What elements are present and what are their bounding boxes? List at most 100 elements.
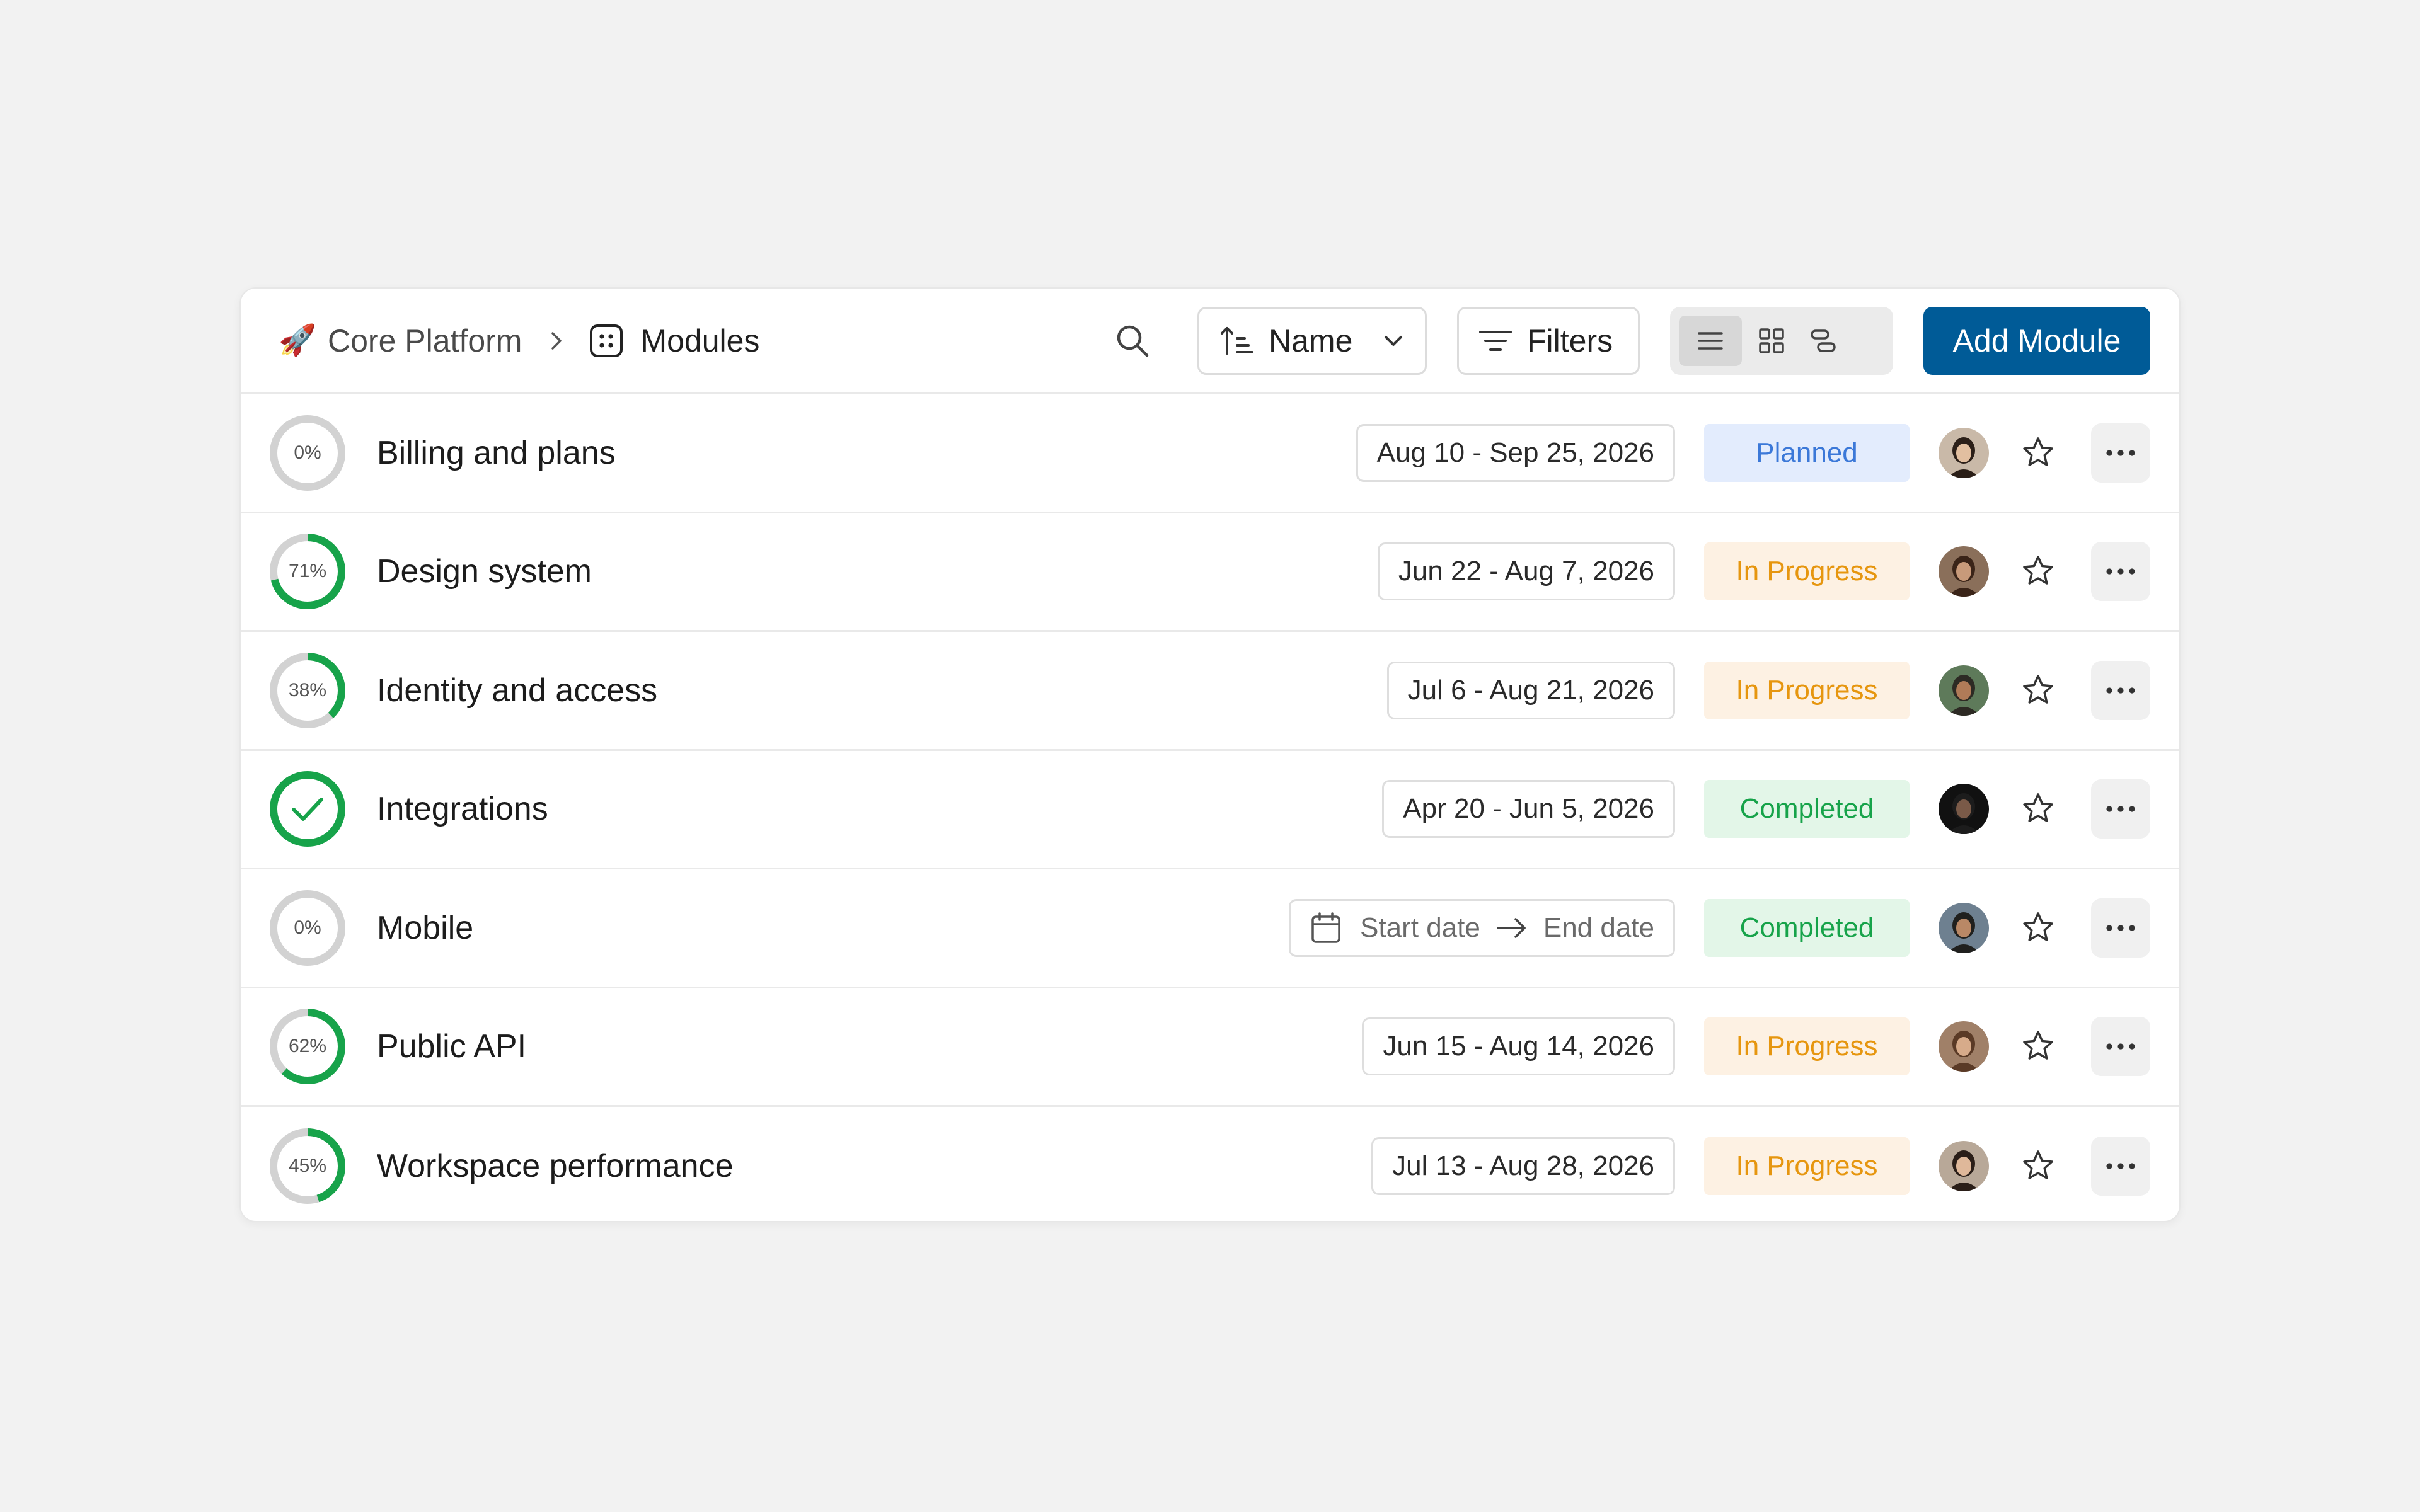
modules-card: 🚀 Core Platform Modules Name Filters Add… xyxy=(239,287,2181,1222)
date-range-button[interactable]: Start date End date xyxy=(1289,898,1675,957)
progress-label: 45% xyxy=(288,1155,327,1177)
date-range-label: Jun 22 - Aug 7, 2026 xyxy=(1398,556,1654,587)
filter-icon xyxy=(1479,330,1512,351)
breadcrumb: 🚀 Core Platform Modules xyxy=(279,323,1105,359)
status-badge[interactable]: Planned xyxy=(1704,423,1910,482)
date-range-label: Jun 15 - Aug 14, 2026 xyxy=(1383,1031,1654,1062)
more-options-button[interactable] xyxy=(2091,898,2150,958)
chevron-right-icon xyxy=(547,328,566,353)
filters-label: Filters xyxy=(1527,323,1613,358)
arrow-right-icon xyxy=(1495,915,1528,941)
module-name[interactable]: Design system xyxy=(377,553,1378,590)
status-badge[interactable]: In Progress xyxy=(1704,1017,1910,1076)
calendar-icon xyxy=(1310,912,1342,944)
timeline-view-button[interactable] xyxy=(1801,316,1845,366)
date-range-label: Apr 20 - Jun 5, 2026 xyxy=(1403,793,1654,825)
progress-ring: 38% xyxy=(267,650,348,731)
more-options-button[interactable] xyxy=(2091,779,2150,839)
date-range-button[interactable]: Jun 15 - Aug 14, 2026 xyxy=(1362,1017,1675,1076)
star-icon[interactable] xyxy=(2014,429,2062,477)
date-range-button[interactable]: Jul 6 - Aug 21, 2026 xyxy=(1386,661,1675,719)
module-row[interactable]: 0% Mobile Start date End date Completed xyxy=(241,869,2179,988)
add-module-button[interactable]: Add Module xyxy=(1923,306,2150,375)
sort-label: Name xyxy=(1269,323,1353,358)
date-range-button[interactable]: Apr 20 - Jun 5, 2026 xyxy=(1382,780,1675,839)
star-icon[interactable] xyxy=(2014,1022,2062,1070)
more-options-button[interactable] xyxy=(2091,423,2150,483)
list-icon xyxy=(1698,331,1723,350)
start-date-placeholder: Start date xyxy=(1360,912,1480,943)
avatar[interactable] xyxy=(1939,546,1989,597)
more-options-button[interactable] xyxy=(2091,1017,2150,1077)
date-range-button[interactable]: Aug 10 - Sep 25, 2026 xyxy=(1356,423,1675,482)
progress-ring: 71% xyxy=(267,531,348,612)
sort-ascending-icon xyxy=(1221,326,1253,355)
avatar[interactable] xyxy=(1939,902,1989,953)
timeline-icon xyxy=(1811,329,1836,352)
status-badge[interactable]: In Progress xyxy=(1704,1137,1910,1196)
module-row[interactable]: 62% Public API Jun 15 - Aug 14, 2026 In Pro… xyxy=(241,988,2179,1107)
star-icon[interactable] xyxy=(2014,667,2062,714)
module-list: 0% Billing and plans Aug 10 - Sep 25, 2026… xyxy=(241,394,2179,1221)
avatar[interactable] xyxy=(1939,1141,1989,1192)
status-badge[interactable]: Completed xyxy=(1704,898,1910,957)
modules-icon xyxy=(589,323,624,358)
search-icon xyxy=(1117,325,1149,357)
module-row[interactable]: 45% Workspace performance Jul 13 - Aug 28,… xyxy=(241,1107,2179,1221)
module-name[interactable]: Identity and access xyxy=(377,672,1387,709)
date-range-label: Aug 10 - Sep 25, 2026 xyxy=(1376,437,1654,468)
progress-label: 62% xyxy=(288,1036,327,1057)
filters-button[interactable]: Filters xyxy=(1457,306,1640,375)
sort-button[interactable]: Name xyxy=(1197,306,1427,375)
date-range-label: Jul 13 - Aug 28, 2026 xyxy=(1392,1150,1654,1182)
breadcrumb-project[interactable]: Core Platform xyxy=(328,323,522,359)
more-options-button[interactable] xyxy=(2091,542,2150,602)
module-name[interactable]: Billing and plans xyxy=(377,434,1356,472)
avatar[interactable] xyxy=(1939,665,1989,716)
search-button[interactable] xyxy=(1105,314,1160,368)
module-row[interactable]: 38% Identity and access Jul 6 - Aug 21, 20… xyxy=(241,632,2179,751)
rocket-icon: 🚀 xyxy=(279,323,316,357)
star-icon[interactable] xyxy=(2014,785,2062,833)
module-name[interactable]: Mobile xyxy=(377,909,1289,947)
progress-label: 38% xyxy=(288,679,327,701)
star-icon[interactable] xyxy=(2014,1142,2062,1190)
star-icon[interactable] xyxy=(2014,547,2062,595)
avatar[interactable] xyxy=(1939,784,1989,835)
ellipsis-icon xyxy=(2103,684,2138,697)
progress-ring: 45% xyxy=(267,1126,348,1206)
status-badge[interactable]: In Progress xyxy=(1704,661,1910,719)
end-date-placeholder: End date xyxy=(1543,912,1654,943)
date-range-button[interactable]: Jul 13 - Aug 28, 2026 xyxy=(1371,1137,1675,1196)
ellipsis-icon xyxy=(2103,803,2138,815)
list-view-button[interactable] xyxy=(1679,315,1742,366)
ellipsis-icon xyxy=(2103,565,2138,578)
progress-ring-complete xyxy=(267,769,348,849)
gallery-view-button[interactable] xyxy=(1749,316,1794,366)
date-range-label: Jul 6 - Aug 21, 2026 xyxy=(1407,674,1654,706)
chevron-down-icon xyxy=(1381,328,1406,353)
ellipsis-icon xyxy=(2103,447,2138,459)
progress-ring: 62% xyxy=(267,1006,348,1087)
date-range-button[interactable]: Jun 22 - Aug 7, 2026 xyxy=(1377,542,1675,601)
status-badge[interactable]: In Progress xyxy=(1704,542,1910,601)
star-icon[interactable] xyxy=(2014,904,2062,952)
more-options-button[interactable] xyxy=(2091,1137,2150,1196)
status-badge[interactable]: Completed xyxy=(1704,780,1910,839)
progress-label: 71% xyxy=(288,561,327,582)
module-name[interactable]: Public API xyxy=(377,1028,1362,1065)
more-options-button[interactable] xyxy=(2091,660,2150,720)
progress-label: 0% xyxy=(294,917,321,938)
progress-ring: 0% xyxy=(267,888,348,968)
ellipsis-icon xyxy=(2103,1040,2138,1053)
module-name[interactable]: Workspace performance xyxy=(377,1147,1371,1185)
ellipsis-icon xyxy=(2103,1160,2138,1172)
module-name[interactable]: Integrations xyxy=(377,790,1382,828)
avatar[interactable] xyxy=(1939,1021,1989,1072)
progress-label: 0% xyxy=(294,442,321,463)
module-row[interactable]: 0% Billing and plans Aug 10 - Sep 25, 2026… xyxy=(241,394,2179,513)
avatar[interactable] xyxy=(1939,427,1989,478)
header-bar: 🚀 Core Platform Modules Name Filters Add… xyxy=(241,289,2179,394)
module-row[interactable]: Integrations Apr 20 - Jun 5, 2026 Complete… xyxy=(241,751,2179,869)
module-row[interactable]: 71% Design system Jun 22 - Aug 7, 2026 In P… xyxy=(241,513,2179,632)
